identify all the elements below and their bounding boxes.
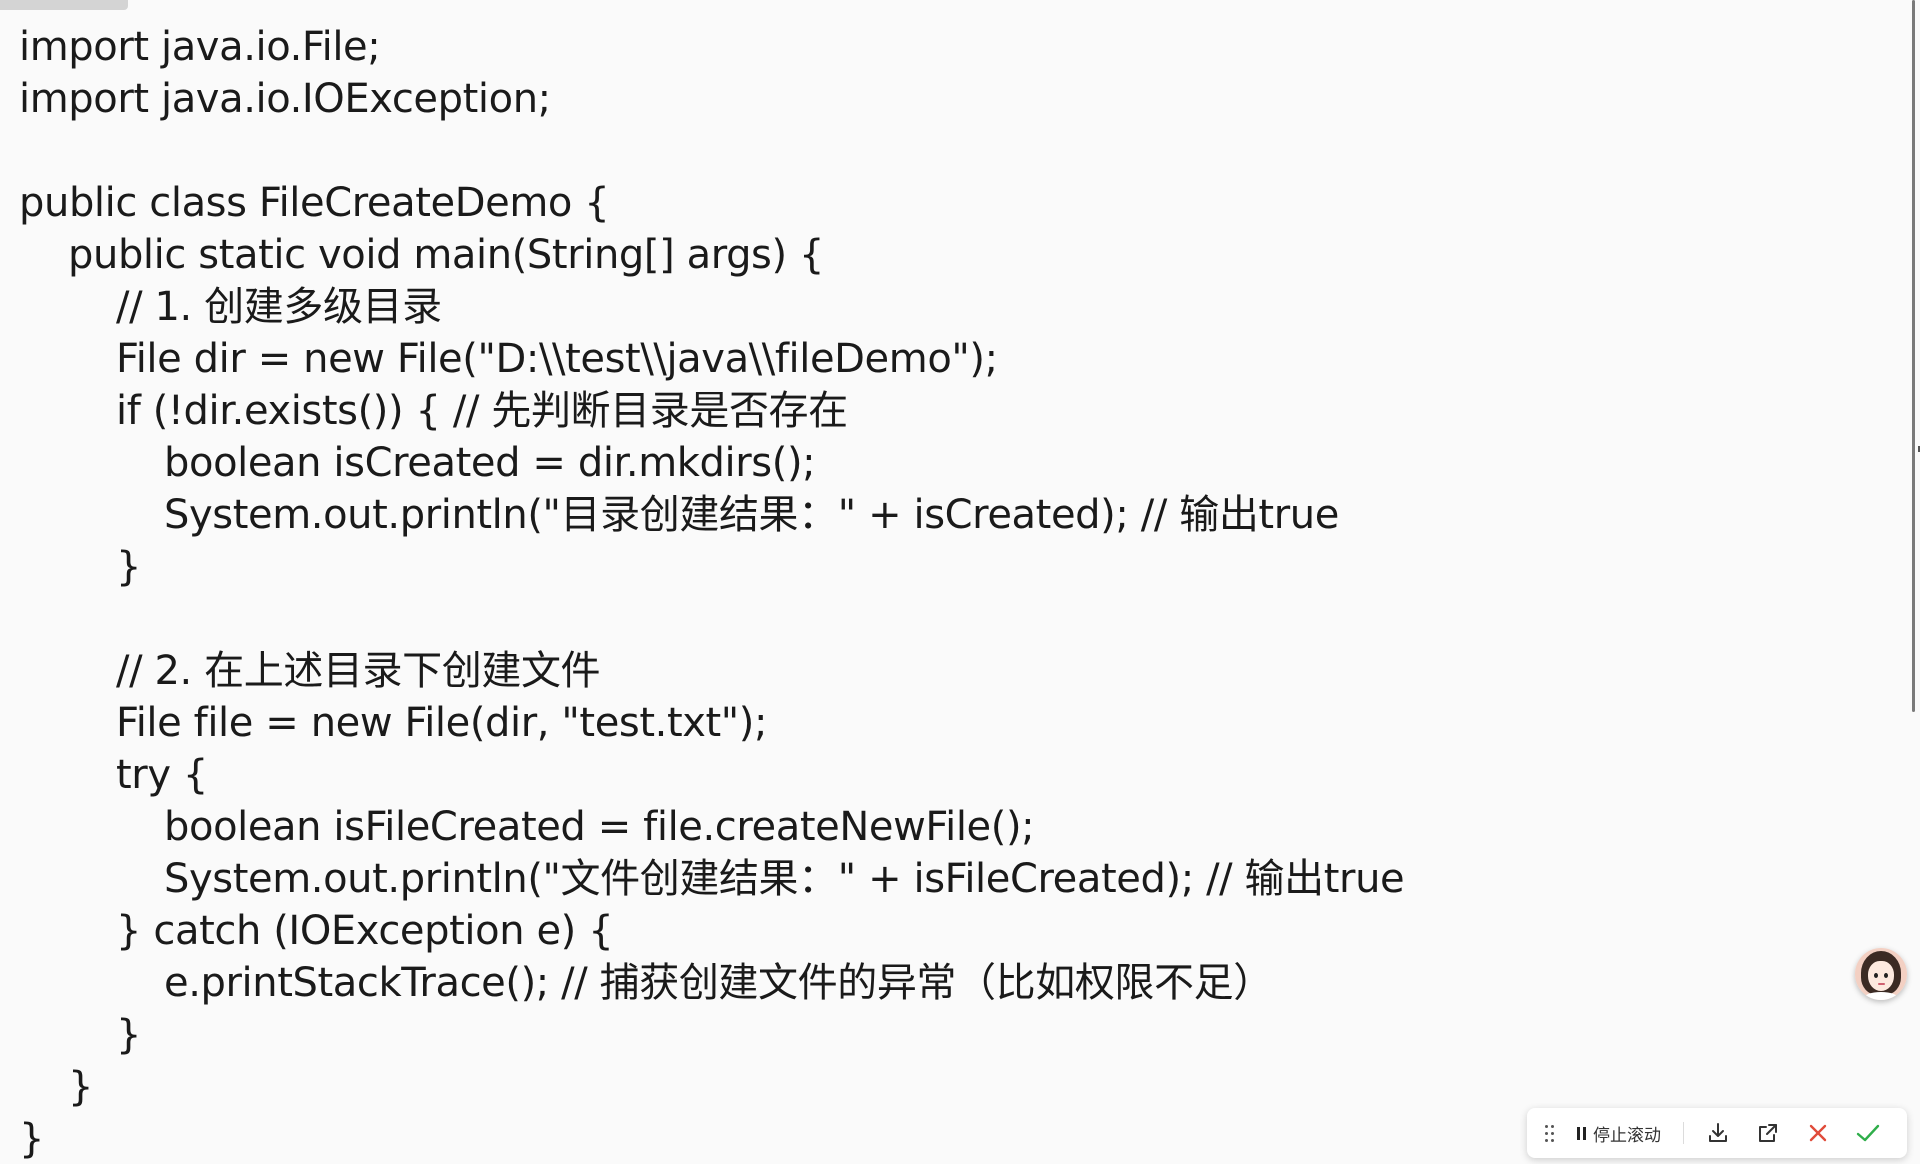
code-line: File file = new File(dir, "test.txt"); bbox=[116, 700, 768, 746]
open-external-icon[interactable] bbox=[1752, 1117, 1784, 1149]
toolbar-divider bbox=[1683, 1122, 1684, 1144]
screenshot-viewer: import java.io.File; import java.io.IOEx… bbox=[0, 0, 1920, 1164]
assistant-avatar[interactable] bbox=[1855, 948, 1907, 1000]
stop-scroll-button[interactable]: 停止滚动 bbox=[1573, 1117, 1665, 1149]
code-line: import java.io.File; bbox=[19, 24, 381, 70]
code-view: import java.io.File; import java.io.IOEx… bbox=[19, 21, 1879, 1164]
close-icon[interactable] bbox=[1802, 1117, 1834, 1149]
code-line: public class FileCreateDemo { bbox=[19, 180, 610, 226]
code-line: boolean isFileCreated = file.createNewFi… bbox=[164, 804, 1035, 850]
code-line: } bbox=[68, 1064, 94, 1110]
code-line: System.out.println("文件创建结果：" + isFileCre… bbox=[164, 856, 1405, 902]
code-line: } catch (IOException e) { bbox=[116, 908, 614, 954]
code-line: } bbox=[116, 1012, 142, 1058]
code-line: import java.io.IOException; bbox=[19, 76, 551, 122]
pause-icon bbox=[1577, 1126, 1586, 1140]
download-icon[interactable] bbox=[1702, 1117, 1734, 1149]
code-line: System.out.println("目录创建结果：" + isCreated… bbox=[164, 492, 1339, 538]
check-icon[interactable] bbox=[1852, 1117, 1884, 1149]
drag-handle-icon[interactable] bbox=[1545, 1123, 1555, 1143]
code-line: e.printStackTrace(); // 捕获创建文件的异常（比如权限不足… bbox=[164, 960, 1273, 1006]
code-line: boolean isCreated = dir.mkdirs(); bbox=[164, 440, 816, 486]
stop-scroll-label: 停止滚动 bbox=[1593, 1125, 1661, 1146]
window-tab-edge bbox=[0, 0, 128, 10]
code-line: try { bbox=[116, 752, 208, 798]
code-line: // 1. 创建多级目录 bbox=[116, 284, 442, 330]
code-line: File dir = new File("D:\\test\\java\\fil… bbox=[116, 336, 998, 382]
code-line: public static void main(String[] args) { bbox=[68, 232, 825, 278]
code-line: } bbox=[116, 544, 142, 590]
code-line: if (!dir.exists()) { // 先判断目录是否存在 bbox=[116, 388, 848, 434]
code-line: // 2. 在上述目录下创建文件 bbox=[116, 648, 601, 694]
vertical-scrollbar[interactable] bbox=[1912, 0, 1915, 712]
scroll-capture-toolbar: 停止滚动 bbox=[1527, 1108, 1907, 1158]
